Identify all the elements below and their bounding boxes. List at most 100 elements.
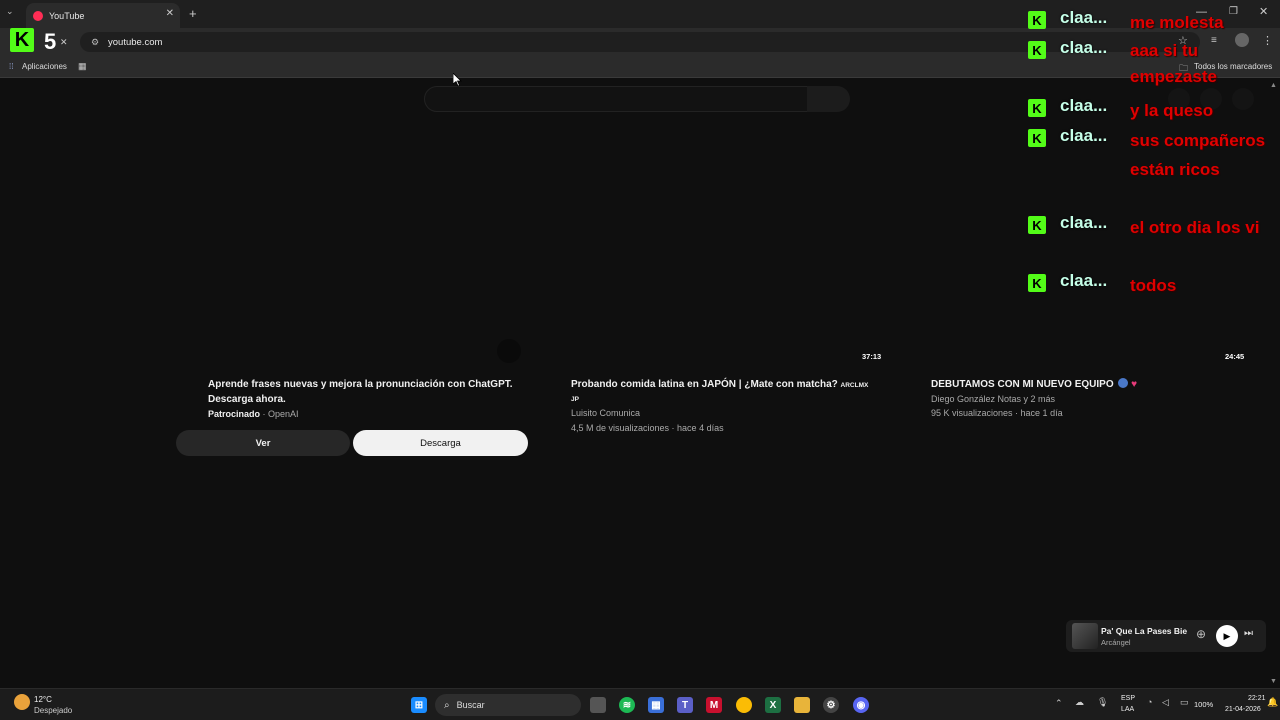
video-title[interactable]: Probando comida latina en JAPÓN | ¿Mate … <box>571 377 868 393</box>
taskbar-search-placeholder: Buscar <box>456 700 485 710</box>
chat-username: claa... <box>1060 96 1108 115</box>
tab-groups-icon[interactable]: ▦ <box>78 61 87 72</box>
video-duration: 37:13 <box>862 352 882 361</box>
teams-icon[interactable]: T <box>677 697 693 713</box>
chat-text: todos <box>1130 276 1177 295</box>
onedrive-icon[interactable]: ☁ <box>1075 697 1084 708</box>
language-region[interactable]: LAA <box>1121 706 1134 713</box>
weather-icon[interactable] <box>14 694 30 710</box>
track-title: Pa' Que La Pases Bie <box>1101 626 1188 636</box>
show-hidden-icons-icon[interactable]: ⌃ <box>1055 698 1063 709</box>
chat-message: K claa... aaa si tu empezaste <box>1028 38 1270 90</box>
video-stats: 4,5 M de visualizaciones · hace 4 días <box>571 423 724 433</box>
chat-message: K claa... todos <box>1028 271 1270 300</box>
search-icon: ⌕ <box>444 699 450 711</box>
close-tab-icon[interactable]: ✕ <box>166 8 174 19</box>
kick-badge-icon: K <box>1028 11 1046 29</box>
taskbar-search-input[interactable]: ⌕ Buscar <box>435 694 581 716</box>
track-artist: Arcángel <box>1101 638 1131 647</box>
clock-date[interactable]: 21-04-2026 <box>1225 706 1261 713</box>
chat-username: claa... <box>1060 8 1108 27</box>
video-stats: 95 K visualizaciones · hace 1 día <box>931 408 1063 418</box>
viewer-icon: ✕ <box>60 37 68 47</box>
bookmark-apps[interactable]: Aplicaciones <box>22 62 67 71</box>
chat-message: K claa... sus compañeros están ricos <box>1028 126 1270 184</box>
wifi-icon[interactable]: ◔ <box>1147 697 1152 707</box>
tab-search-chevron-icon[interactable]: ⌄ <box>6 6 14 17</box>
chat-username: claa... <box>1060 271 1108 290</box>
next-track-icon[interactable]: ⏭ <box>1244 628 1253 639</box>
url-text: youtube.com <box>108 36 163 48</box>
taskbar: 12°C Despejado ⊞ ⌕ Buscar ≋ ▦ T M X ⚙ ◉ … <box>0 688 1280 720</box>
youtube-favicon-icon <box>33 10 43 21</box>
video-duration: 24:45 <box>1225 352 1245 361</box>
notification-bell-icon[interactable]: 🔔 <box>1267 697 1278 708</box>
advertiser-name: · OpenAI <box>262 409 299 419</box>
kick-badge-icon: K <box>1028 129 1046 147</box>
site-info-icon[interactable]: ⚙ <box>88 37 102 48</box>
clock-time[interactable]: 22:21 <box>1248 695 1266 702</box>
scroll-up-icon[interactable]: ▲ <box>1270 82 1277 89</box>
settings-icon[interactable]: ⚙ <box>823 697 839 713</box>
file-explorer-icon[interactable] <box>794 697 810 713</box>
video-title-tag-2: JP <box>571 396 579 403</box>
language-code[interactable]: ESP <box>1121 695 1135 702</box>
soccer-ball-emoji-icon <box>1118 378 1129 388</box>
battery-icon[interactable]: ▭ <box>1180 697 1189 708</box>
chat-username: claa... <box>1060 126 1108 145</box>
chat-text: sus compañeros están ricos <box>1130 131 1266 179</box>
sponsored-label: Patrocinado <box>208 409 261 419</box>
mouse-cursor-icon <box>453 73 462 87</box>
tab-youtube[interactable]: YouTube ✕ <box>26 3 180 28</box>
kick-logo-icon: K <box>10 28 34 52</box>
watch-button[interactable]: Ver <box>176 430 350 456</box>
ad-title-line2[interactable]: Descarga ahora. <box>208 392 286 407</box>
kick-badge-icon: K <box>1028 216 1046 234</box>
volume-icon[interactable]: ◁ <box>1162 697 1169 708</box>
download-button[interactable]: Descarga <box>353 430 528 456</box>
discord-icon[interactable]: ◉ <box>853 697 869 713</box>
chat-text: y la queso <box>1130 101 1214 120</box>
chat-message: K claa... y la queso <box>1028 96 1270 125</box>
chat-username: claa... <box>1060 38 1108 57</box>
mini-player[interactable]: Pa' Que La Pases Bie Arcángel ⊕ ▶ ⏭ <box>1066 620 1266 652</box>
excel-icon[interactable]: X <box>765 697 781 713</box>
chat-text: el otro dia los vi <box>1130 218 1260 237</box>
battery-percent[interactable]: 100% <box>1194 700 1213 709</box>
video-title[interactable]: DEBUTAMOS CON MI NUEVO EQUIPO ♥ <box>931 377 1137 392</box>
new-tab-icon[interactable]: + <box>189 6 197 21</box>
video-channel[interactable]: Diego González Notas y 2 más <box>931 392 1055 407</box>
viewer-count: 5 <box>44 29 57 54</box>
search-input[interactable] <box>424 86 808 112</box>
task-view-icon[interactable] <box>590 697 606 713</box>
spotify-icon[interactable]: ≋ <box>619 697 635 713</box>
kick-badge-icon: K <box>1028 41 1046 59</box>
microsoft-store-icon[interactable]: ▦ <box>648 697 664 713</box>
ad-sponsor-line: Patrocinado · OpenAI <box>208 409 299 419</box>
microphone-icon[interactable]: 🎙 <box>1097 697 1108 708</box>
chat-text: me molesta <box>1130 13 1224 32</box>
search-button[interactable] <box>807 86 850 112</box>
video-title-tag: ARCLMX <box>840 382 869 389</box>
apps-grid-icon[interactable]: ⁞⁞ <box>9 62 13 71</box>
chat-message: K claa... el otro dia los vi <box>1028 213 1270 242</box>
album-art <box>1072 623 1098 649</box>
heart-emoji-icon: ♥ <box>1131 379 1138 390</box>
video-title-text: Probando comida latina en JAPÓN | ¿Mate … <box>571 379 838 390</box>
video-channel[interactable]: Luisito Comunica <box>571 406 640 421</box>
chat-username: claa... <box>1060 213 1108 232</box>
add-to-playlist-icon[interactable]: ⊕ <box>1196 627 1206 641</box>
video-title-text: DEBUTAMOS CON MI NUEVO EQUIPO <box>931 379 1114 390</box>
ad-title-line1[interactable]: Aprende frases nuevas y mejora la pronun… <box>208 377 513 392</box>
weather-description[interactable]: Despejado <box>34 706 72 715</box>
play-icon[interactable]: ▶ <box>1216 625 1238 647</box>
chat-text: aaa si tu empezaste <box>1130 41 1217 86</box>
kick-badge-icon: K <box>1028 99 1046 117</box>
scroll-down-icon[interactable]: ▼ <box>1270 678 1277 685</box>
kick-badge-icon: K <box>1028 274 1046 292</box>
weather-temperature[interactable]: 12°C <box>34 695 52 704</box>
mcafee-icon[interactable]: M <box>706 697 722 713</box>
chrome-icon[interactable] <box>736 697 752 713</box>
windows-start-icon[interactable]: ⊞ <box>411 697 427 713</box>
ad-logo <box>497 339 521 363</box>
